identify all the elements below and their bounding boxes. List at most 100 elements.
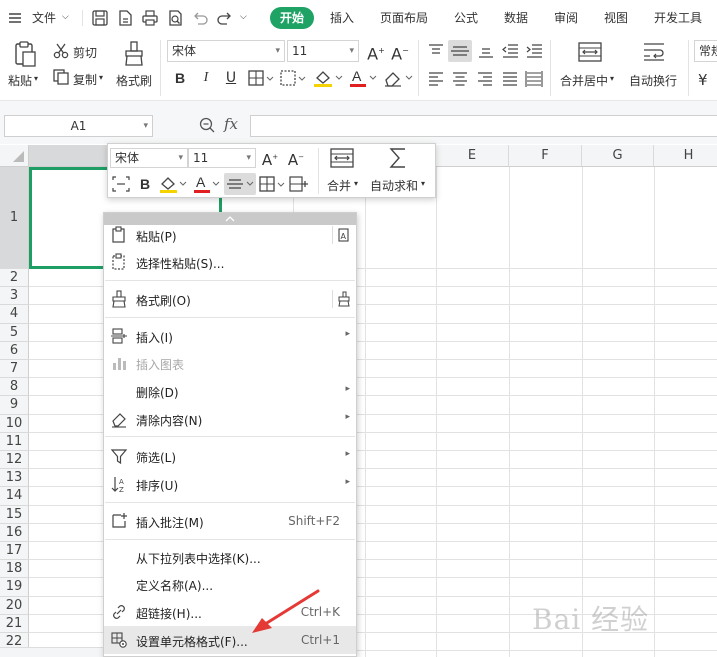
tab-data[interactable]: 数据: [504, 9, 528, 26]
increase-font-size-icon[interactable]: A+: [366, 41, 386, 63]
italic-icon[interactable]: I: [196, 68, 216, 88]
clear-format-icon[interactable]: [382, 68, 414, 88]
row-header-10[interactable]: 10: [0, 414, 29, 433]
row-header-13[interactable]: 13: [0, 469, 29, 488]
merge-center-button[interactable]: 合并居中: [560, 72, 608, 89]
wrap-text-button[interactable]: 自动换行: [629, 72, 677, 89]
number-format-select[interactable]: 常规: [694, 40, 717, 62]
column-header-a[interactable]: [29, 145, 107, 167]
copy-icon[interactable]: [52, 68, 70, 86]
menu-item-format-painter[interactable]: 格式刷(O): [104, 286, 356, 312]
row-header-21[interactable]: 21: [0, 614, 29, 633]
row-header-1[interactable]: 1: [0, 167, 29, 269]
menu-item-insert[interactable]: 插入(I) ▸: [104, 323, 356, 349]
tab-developer[interactable]: 开发工具: [654, 9, 702, 26]
undo-icon[interactable]: [190, 8, 210, 28]
cell-fill-pattern-icon[interactable]: [279, 69, 307, 87]
mini-font-color-icon[interactable]: A: [192, 174, 222, 194]
justify-icon[interactable]: [500, 70, 520, 88]
mini-font-size-select[interactable]: 11 ▾: [188, 148, 256, 168]
align-bottom-icon[interactable]: [476, 42, 496, 60]
row-header-9[interactable]: 9: [0, 396, 29, 415]
bold-icon[interactable]: B: [170, 68, 190, 88]
paste-icon[interactable]: [12, 40, 38, 68]
format-painter-icon[interactable]: [122, 40, 146, 68]
row-header-14[interactable]: 14: [0, 487, 29, 506]
column-header-f[interactable]: F: [509, 145, 582, 167]
row-header-20[interactable]: 20: [0, 596, 29, 615]
distributed-align-icon[interactable]: [524, 70, 544, 88]
align-top-icon[interactable]: [426, 42, 446, 60]
hamburger-menu-icon[interactable]: [6, 8, 26, 28]
mini-increase-font-icon[interactable]: A+: [260, 147, 280, 169]
wrap-text-icon[interactable]: [641, 40, 667, 64]
cut-button[interactable]: 剪切: [73, 44, 97, 61]
tab-view[interactable]: 视图: [604, 9, 628, 26]
menu-item-paste[interactable]: 粘贴(P) A: [104, 222, 356, 248]
underline-icon[interactable]: U: [221, 68, 241, 88]
decrease-indent-icon[interactable]: [500, 42, 520, 60]
row-header-19[interactable]: 19: [0, 578, 29, 597]
mini-font-name-select[interactable]: 宋体 ▾: [110, 148, 188, 168]
row-header-7[interactable]: 7: [0, 360, 29, 379]
menu-item-sort[interactable]: AZ 排序(U) ▸: [104, 471, 356, 497]
fill-color-icon[interactable]: [312, 68, 344, 88]
currency-icon[interactable]: ¥: [698, 71, 708, 89]
menu-item-filter[interactable]: 筛选(L) ▸: [104, 443, 356, 469]
name-box[interactable]: A1 ▾: [4, 115, 153, 137]
tab-review[interactable]: 审阅: [554, 9, 578, 26]
row-header-5[interactable]: 5: [0, 323, 29, 342]
mini-fill-color-icon[interactable]: [158, 174, 188, 194]
row-header-12[interactable]: 12: [0, 451, 29, 470]
paste-chevron-icon[interactable]: ▾: [34, 74, 38, 83]
copy-button[interactable]: 复制: [73, 71, 97, 88]
font-size-select[interactable]: 11 ▾: [287, 40, 359, 62]
formula-input[interactable]: [250, 115, 717, 137]
row-header-11[interactable]: 11: [0, 432, 29, 451]
decrease-font-size-icon[interactable]: A−: [390, 41, 410, 63]
tab-insert[interactable]: 插入: [330, 9, 354, 26]
mini-merge-button[interactable]: 合并: [327, 177, 351, 194]
sheet-nav-area[interactable]: [0, 647, 103, 657]
redo-icon[interactable]: [215, 8, 235, 28]
print-preview-icon[interactable]: [165, 8, 185, 28]
font-color-icon[interactable]: A: [348, 68, 378, 88]
select-all-corner[interactable]: [0, 145, 29, 167]
row-header-17[interactable]: 17: [0, 542, 29, 561]
format-painter-multi-icon[interactable]: [332, 290, 350, 308]
mini-insert-cells-icon[interactable]: [288, 174, 312, 194]
quick-access-chevron-icon[interactable]: ⌵: [240, 12, 247, 22]
tab-start[interactable]: 开始: [270, 7, 314, 29]
merge-center-chevron-icon[interactable]: ▾: [610, 74, 614, 83]
file-menu[interactable]: 文件: [32, 9, 56, 26]
column-header-e[interactable]: E: [436, 145, 509, 167]
borders-icon[interactable]: [247, 69, 275, 87]
paste-values-icon[interactable]: A: [332, 226, 350, 244]
mini-merge-icon[interactable]: [329, 147, 355, 169]
row-header-3[interactable]: 3: [0, 287, 29, 306]
mini-bold-icon[interactable]: B: [135, 174, 155, 194]
menu-item-paste-special[interactable]: 选择性粘贴(S)...: [104, 249, 356, 275]
row-header-2[interactable]: 2: [0, 269, 29, 288]
mini-merge-chevron-icon[interactable]: ▾: [354, 179, 358, 188]
export-pdf-icon[interactable]: [115, 8, 135, 28]
column-header-h[interactable]: H: [654, 145, 717, 167]
tab-page-layout[interactable]: 页面布局: [380, 9, 428, 26]
row-header-6[interactable]: 6: [0, 341, 29, 360]
row-header-4[interactable]: 4: [0, 305, 29, 324]
zoom-search-icon[interactable]: [198, 116, 216, 134]
menu-item-pick-from-list[interactable]: 从下拉列表中选择(K)...: [104, 544, 356, 570]
mini-align-middle-icon[interactable]: [224, 173, 256, 195]
row-header-18[interactable]: 18: [0, 560, 29, 579]
paste-button[interactable]: 粘贴: [8, 72, 32, 89]
row-header-16[interactable]: 16: [0, 523, 29, 542]
align-center-icon[interactable]: [450, 70, 470, 88]
save-icon[interactable]: [90, 8, 110, 28]
mini-autosum-button[interactable]: 自动求和: [370, 177, 418, 194]
column-header-g[interactable]: G: [582, 145, 654, 167]
copy-chevron-icon[interactable]: ▾: [99, 73, 103, 82]
row-header-15[interactable]: 15: [0, 505, 29, 524]
mini-autosum-icon[interactable]: [387, 146, 409, 170]
format-painter-button[interactable]: 格式刷: [116, 72, 152, 89]
align-right-icon[interactable]: [475, 70, 495, 88]
